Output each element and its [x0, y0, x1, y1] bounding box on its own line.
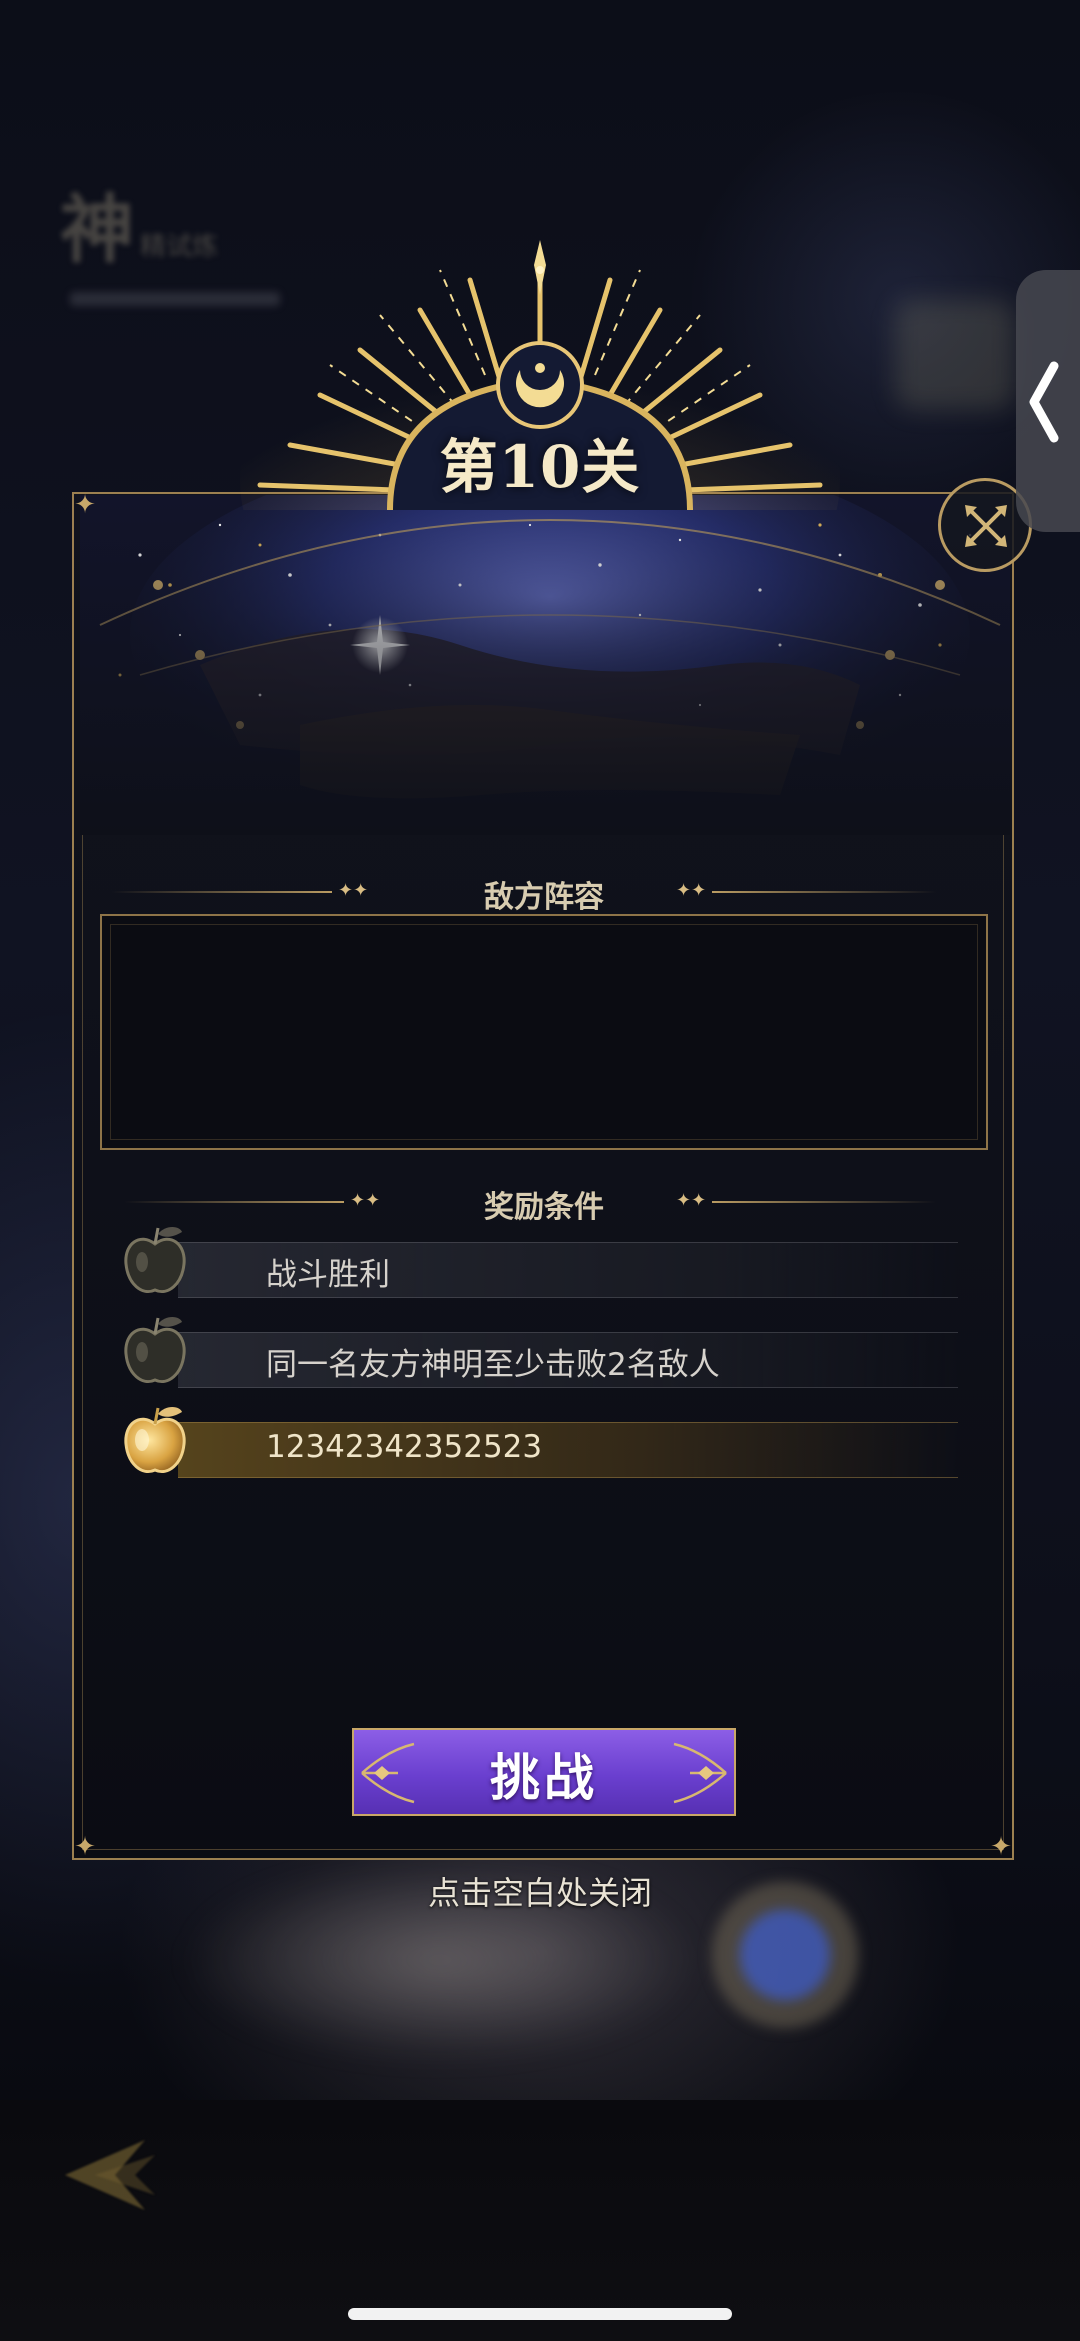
apple-icon	[124, 1227, 186, 1293]
home-indicator[interactable]	[348, 2308, 732, 2320]
stage-title: 第10关	[439, 433, 641, 501]
reward-condition-text: 战斗胜利	[266, 1257, 390, 1293]
section-divider-left	[124, 1201, 344, 1203]
background-emblem-blur	[895, 300, 1015, 410]
button-ornament-icon	[673, 1742, 727, 1804]
reward-condition-row: 同一名友方神明至少击败2名敌人	[178, 1332, 958, 1388]
challenge-button[interactable]: 挑战	[352, 1728, 736, 1816]
apple-icon	[124, 1407, 186, 1473]
reward-condition-text: 同一名友方神明至少击败2名敌人	[266, 1347, 720, 1383]
sparkle-ornament: ✦✦	[676, 1190, 707, 1211]
back-arrow-icon[interactable]	[55, 2130, 165, 2220]
section-divider-right	[712, 891, 936, 893]
enemy-lineup-box	[100, 914, 988, 1150]
section-divider-left	[112, 891, 332, 893]
background-mode-title-main: 神	[60, 187, 134, 273]
stage-banner-image	[80, 495, 1010, 835]
apple-icon	[124, 1317, 186, 1383]
reward-condition-text: 12342342352523	[266, 1429, 543, 1465]
panel-corner-ornament: ✦	[74, 490, 96, 520]
background-mode-title: 神精试炼	[60, 170, 218, 277]
tap-to-close-hint[interactable]: 点击空白处关闭	[340, 1868, 740, 1914]
chevron-left-icon	[1029, 361, 1059, 443]
panel-corner-ornament: ✦	[990, 1832, 1012, 1862]
section-divider-right	[712, 1201, 936, 1203]
reward-condition-row: 战斗胜利	[178, 1242, 958, 1298]
sparkle-ornament: ✦✦	[676, 880, 707, 901]
reward-condition-row: 12342342352523	[178, 1422, 958, 1478]
panel-corner-ornament: ✦	[74, 1832, 96, 1862]
background-mode-title-sub: 精试炼	[140, 232, 219, 262]
close-x-icon	[965, 505, 1007, 547]
